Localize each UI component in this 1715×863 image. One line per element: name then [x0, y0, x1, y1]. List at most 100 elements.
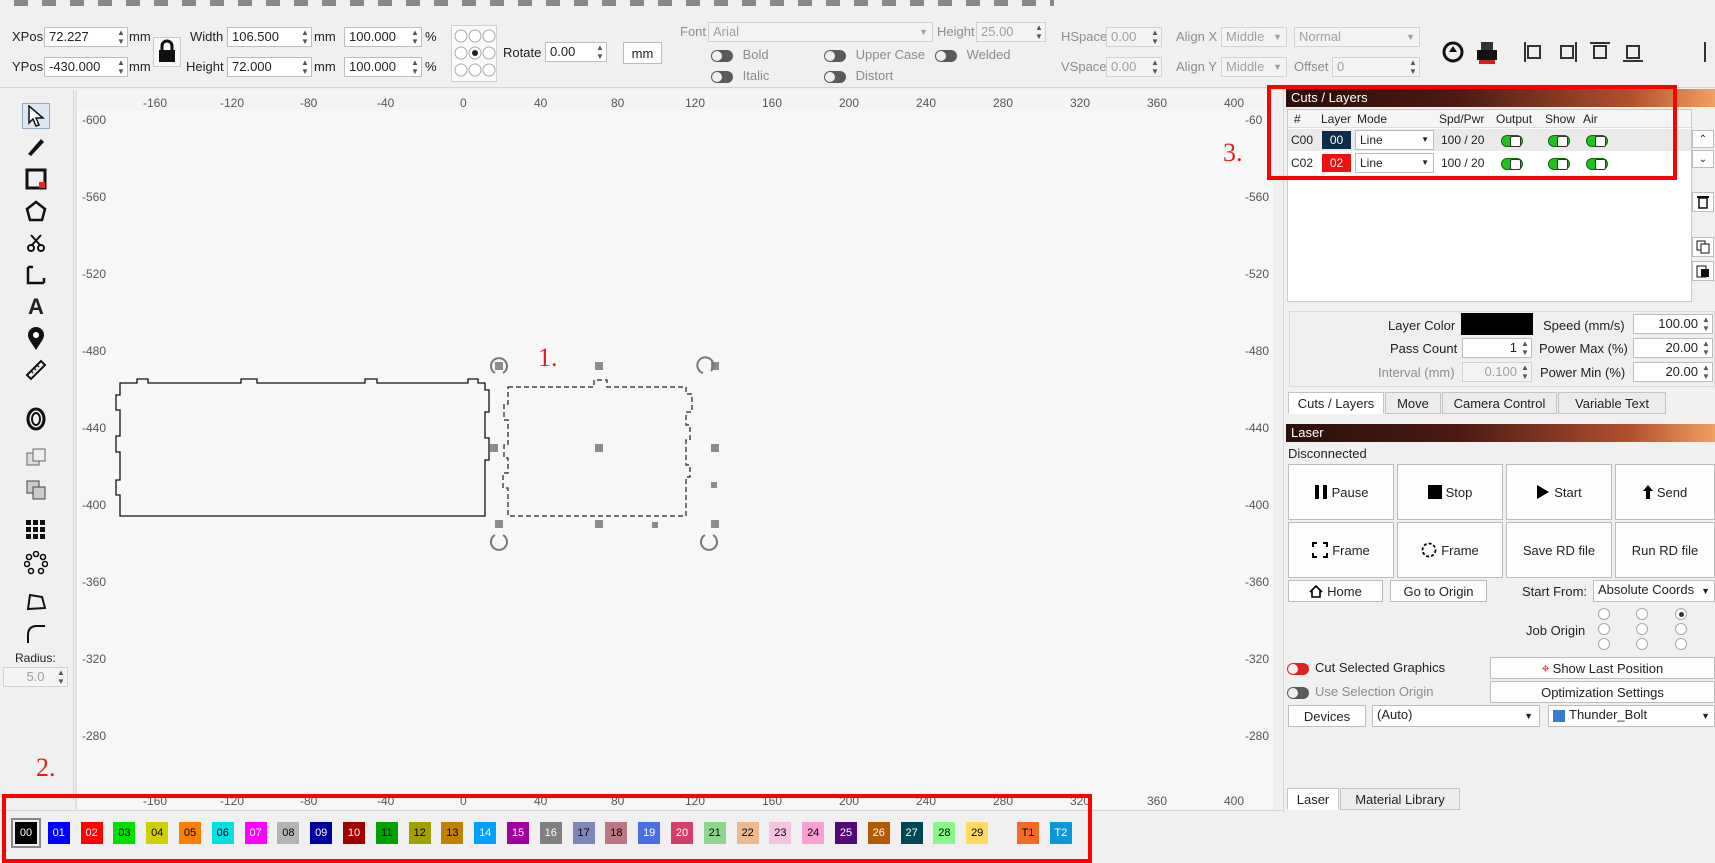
device-icon	[1553, 709, 1565, 722]
frame-rect-button[interactable]: Frame	[1288, 522, 1394, 578]
pass-count-input[interactable]: 1 ▲ ▼	[1462, 338, 1532, 358]
box-side-panel[interactable]	[115, 378, 490, 517]
tab-variable-text[interactable]: Variable Text	[1558, 392, 1666, 414]
refresh-icon[interactable]	[1440, 39, 1466, 65]
move-layer-up-button[interactable]: ⌃	[1692, 130, 1714, 148]
align-bottom-icon[interactable]	[1621, 40, 1645, 64]
stop-button[interactable]: Stop	[1397, 464, 1503, 520]
text-tool[interactable]: A	[22, 294, 50, 320]
offset-input[interactable]: 0 ▲ ▼	[1332, 57, 1420, 77]
distort-switch[interactable]	[824, 70, 846, 83]
ypos-unit: mm	[129, 59, 151, 74]
annotation-2: 2.	[36, 753, 56, 782]
offset-tool[interactable]	[22, 406, 50, 432]
paste-layer-button[interactable]	[1692, 261, 1714, 281]
devices-button[interactable]: Devices	[1288, 705, 1366, 727]
corner-tool[interactable]	[22, 262, 50, 288]
send-button[interactable]: Send	[1615, 464, 1715, 520]
array-tool[interactable]	[22, 517, 50, 543]
scale-height-input[interactable]: 100.000 ▲ ▼	[344, 57, 422, 77]
cut-tool[interactable]	[22, 230, 50, 256]
vspace-input[interactable]: 0.00 ▲ ▼	[1106, 57, 1162, 77]
rectangle-tool[interactable]	[22, 166, 50, 192]
copy-layer-button[interactable]	[1692, 237, 1714, 257]
alignx-select[interactable]: Middle ▼	[1221, 27, 1287, 47]
pen-icon	[28, 139, 44, 156]
polygon-tool[interactable]	[22, 198, 50, 224]
show-last-position-button[interactable]: ⌖ Show Last Position	[1490, 657, 1715, 679]
measure-tool[interactable]	[22, 357, 50, 383]
highlight-box-palette	[2, 794, 1092, 863]
select-tool[interactable]	[22, 103, 50, 129]
delete-layer-button[interactable]	[1692, 192, 1714, 212]
align-top-icon[interactable]	[1588, 40, 1612, 64]
port-select[interactable]: (Auto) ▼	[1372, 705, 1540, 727]
radius-input[interactable]: 5.0 ▲ ▼	[3, 667, 68, 687]
aligny-select[interactable]: Middle ▼	[1221, 57, 1287, 77]
layer-color-swatch[interactable]	[1461, 313, 1533, 335]
text-mode-select[interactable]: Normal ▼	[1294, 27, 1420, 47]
subtract-tool[interactable]	[22, 477, 50, 503]
weld-tool[interactable]	[22, 445, 50, 471]
circular-array-tool[interactable]	[22, 550, 50, 576]
cut-selected-switch[interactable]	[1287, 662, 1309, 675]
anchor-grid[interactable]	[451, 25, 497, 82]
italic-switch[interactable]	[711, 70, 733, 83]
unit-toggle-button[interactable]: mm	[623, 42, 662, 64]
italic-toggle[interactable]: Italic	[711, 68, 769, 83]
welded-toggle[interactable]: Welded	[935, 47, 1010, 62]
height-input[interactable]: 72.000 ▲ ▼	[227, 57, 312, 77]
upper-case-toggle[interactable]: Upper Case	[824, 47, 925, 62]
use-selection-origin-toggle[interactable]: Use Selection Origin	[1287, 684, 1434, 699]
font-select[interactable]: Arial ▼	[708, 22, 933, 42]
xpos-input[interactable]: 72.227 ▲ ▼	[44, 27, 128, 47]
run-rd-file-button[interactable]: Run RD file	[1615, 522, 1715, 578]
scale-width-input[interactable]: 100.000 ▲ ▼	[344, 27, 422, 47]
width-input[interactable]: 106.500 ▲ ▼	[227, 27, 312, 47]
lock-ratio-button[interactable]	[153, 37, 181, 67]
tab-laser[interactable]: Laser	[1287, 788, 1339, 810]
power-min-input[interactable]: 20.00 ▲ ▼	[1633, 362, 1713, 382]
start-button[interactable]: Start	[1506, 464, 1612, 520]
fillet-tool[interactable]	[22, 621, 50, 647]
move-layer-down-button[interactable]: ⌄	[1692, 150, 1714, 168]
align-right-icon[interactable]	[1555, 40, 1579, 64]
frame-circle-button[interactable]: Frame	[1397, 522, 1503, 578]
speed-input[interactable]: 100.00 ▲ ▼	[1633, 314, 1713, 334]
optimization-settings-button[interactable]: Optimization Settings	[1490, 681, 1715, 703]
cut-selected-graphics-toggle[interactable]: Cut Selected Graphics	[1287, 660, 1445, 675]
ypos-input[interactable]: -430.000 ▲ ▼	[44, 57, 128, 77]
distort-toggle[interactable]: Distort	[824, 68, 893, 83]
subtract-icon	[26, 480, 46, 500]
save-rd-file-button[interactable]: Save RD file	[1506, 522, 1612, 578]
font-height-input[interactable]: 25.00 ▲ ▼	[976, 22, 1046, 42]
device-select[interactable]: Thunder_Bolt ▼	[1548, 705, 1715, 727]
laser-machine-icon[interactable]	[1473, 38, 1501, 66]
interval-input[interactable]: 0.100 ▲ ▼	[1462, 362, 1532, 382]
start-from-select[interactable]: Absolute Coords ▼	[1593, 580, 1715, 602]
bold-switch[interactable]	[711, 49, 733, 62]
aligny-label: Align Y	[1176, 59, 1217, 74]
tab-material-library[interactable]: Material Library	[1340, 788, 1460, 810]
paste-icon	[1696, 265, 1709, 278]
tab-cuts-layers[interactable]: Cuts / Layers	[1288, 392, 1384, 414]
welded-switch[interactable]	[935, 49, 957, 62]
tab-move[interactable]: Move	[1385, 392, 1441, 414]
position-tool[interactable]	[22, 326, 50, 352]
line-tool[interactable]	[22, 133, 50, 159]
go-to-origin-button[interactable]: Go to Origin	[1390, 580, 1487, 602]
rotate-input[interactable]: 0.00 ▲ ▼	[545, 42, 607, 62]
upper-case-switch[interactable]	[824, 49, 846, 62]
home-button[interactable]: Home	[1288, 580, 1383, 602]
toolbar-more-icon[interactable]	[1702, 40, 1715, 64]
align-left-icon[interactable]	[1522, 40, 1546, 64]
tab-camera-control[interactable]: Camera Control	[1442, 392, 1557, 414]
bold-toggle[interactable]: Bold	[711, 47, 769, 62]
hspace-input[interactable]: 0.00 ▲ ▼	[1106, 27, 1162, 47]
power-max-input[interactable]: 20.00 ▲ ▼	[1633, 338, 1713, 358]
rotate-handle-icons[interactable]	[490, 356, 718, 551]
use-selection-switch[interactable]	[1287, 686, 1309, 699]
pause-button[interactable]: Pause	[1288, 464, 1394, 520]
node-edit-tool[interactable]	[22, 589, 50, 615]
job-origin-grid[interactable]	[1598, 608, 1698, 654]
